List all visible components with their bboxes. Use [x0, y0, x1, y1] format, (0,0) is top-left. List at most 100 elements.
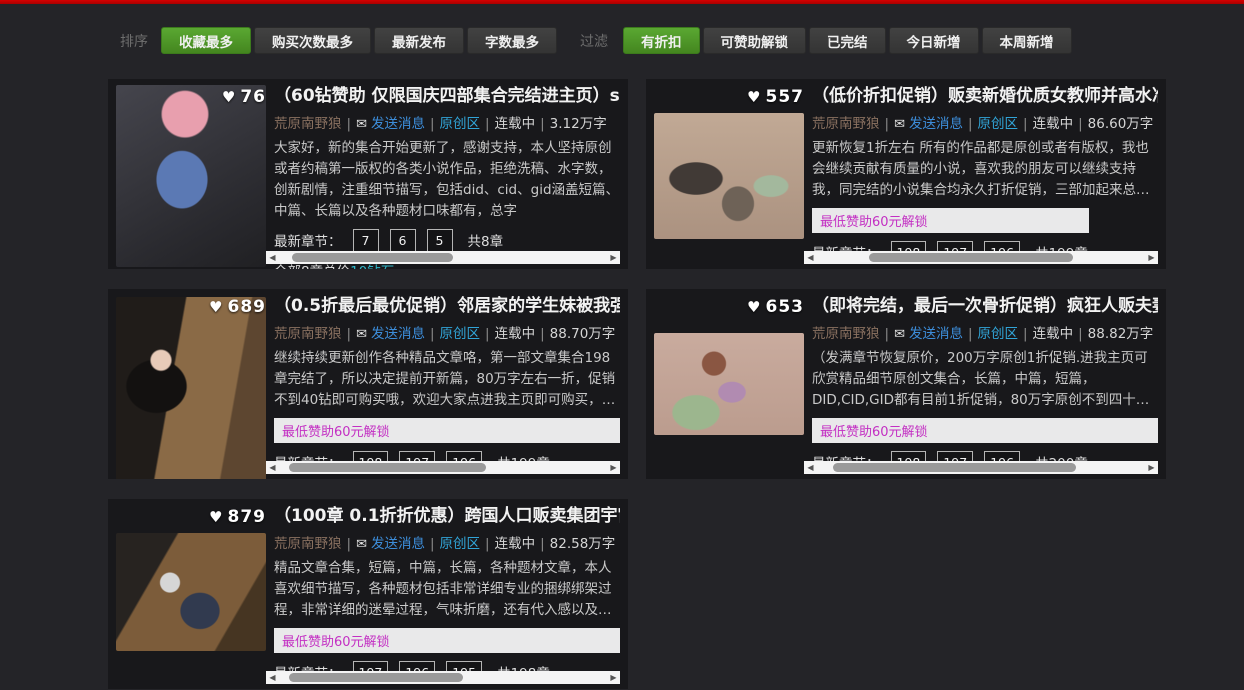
separator: |	[430, 536, 435, 552]
send-message-link[interactable]: 发送消息	[909, 326, 963, 342]
horizontal-scrollbar[interactable]: ◀ ▶	[266, 671, 620, 684]
zone-link[interactable]: 原创区	[440, 536, 481, 552]
heart-icon: ♥	[747, 298, 761, 316]
serial-status: 连载中	[495, 116, 536, 132]
separator: |	[485, 116, 490, 132]
word-count: 88.70万字	[550, 326, 616, 342]
scroll-left-arrow[interactable]: ◀	[266, 671, 279, 684]
send-message-link[interactable]: 发送消息	[909, 116, 963, 132]
cover-image[interactable]	[654, 333, 804, 435]
favorites-count: ♥76	[116, 87, 266, 107]
scroll-track[interactable]	[279, 671, 607, 684]
sponsor-unlock-button[interactable]: 最低赞助60元解锁	[274, 418, 620, 443]
scroll-thumb[interactable]	[833, 463, 1076, 472]
sort-button-most-purchased[interactable]: 购买次数最多	[254, 27, 371, 54]
horizontal-scrollbar[interactable]: ◀ ▶	[804, 251, 1158, 264]
heart-icon: ♥	[209, 508, 223, 526]
story-title[interactable]: （低价折扣促销）贩卖新婚优质女教师并高水准验货调教为	[812, 85, 1158, 107]
send-message-link[interactable]: 发送消息	[371, 536, 425, 552]
scroll-thumb[interactable]	[289, 673, 463, 682]
cover-image[interactable]	[116, 297, 266, 479]
sponsor-unlock-button[interactable]: 最低赞助60元解锁	[274, 628, 620, 653]
scroll-track[interactable]	[279, 461, 607, 474]
scroll-left-arrow[interactable]: ◀	[266, 251, 279, 264]
cover-image[interactable]	[116, 85, 266, 267]
cover-image[interactable]	[654, 113, 804, 239]
sort-button-newest[interactable]: 最新发布	[374, 27, 464, 54]
zone-link[interactable]: 原创区	[978, 326, 1019, 342]
send-message-link[interactable]: 发送消息	[371, 116, 425, 132]
scroll-thumb[interactable]	[289, 463, 486, 472]
chapter-link[interactable]: 7	[353, 229, 379, 252]
separator: |	[540, 116, 545, 132]
story-meta: 荒原南野狼|✉发送消息|原创区|连载中|88.70万字	[274, 322, 620, 342]
separator: |	[968, 326, 973, 342]
filter-button-completed[interactable]: 已完结	[809, 27, 886, 54]
cover-image[interactable]	[116, 533, 266, 651]
scroll-left-arrow[interactable]: ◀	[804, 461, 817, 474]
author-link[interactable]: 荒原南野狼	[812, 326, 880, 342]
scroll-left-arrow[interactable]: ◀	[266, 461, 279, 474]
chapter-link[interactable]: 5	[427, 229, 453, 252]
separator: |	[540, 326, 545, 342]
sponsor-unlock-button[interactable]: 最低赞助60元解锁	[812, 208, 1089, 233]
filter-button-sponsor-unlock[interactable]: 可赞助解锁	[703, 27, 807, 54]
filter-button-discounted[interactable]: 有折扣	[623, 27, 700, 54]
sponsor-unlock-button[interactable]: 最低赞助60元解锁	[812, 418, 1158, 443]
scroll-track[interactable]	[817, 461, 1145, 474]
separator: |	[485, 326, 490, 342]
scroll-track[interactable]	[817, 251, 1145, 264]
horizontal-scrollbar[interactable]: ◀ ▶	[804, 461, 1158, 474]
sort-button-most-collected[interactable]: 收藏最多	[161, 27, 251, 54]
zone-link[interactable]: 原创区	[978, 116, 1019, 132]
horizontal-scrollbar[interactable]: ◀ ▶	[266, 461, 620, 474]
story-meta: 荒原南野狼|✉发送消息|原创区|连载中|82.58万字	[274, 532, 620, 552]
story-title[interactable]: （100章 0.1折折优惠）跨国人口贩卖集团宇宙系列之绑	[274, 505, 620, 527]
scroll-right-arrow[interactable]: ▶	[607, 671, 620, 684]
chapters-label: 最新章节：	[274, 230, 342, 250]
scroll-right-arrow[interactable]: ▶	[607, 251, 620, 264]
scroll-left-arrow[interactable]: ◀	[804, 251, 817, 264]
story-title[interactable]: （0.5折最后最优促销）邻居家的学生妹被我强行绑架之	[274, 295, 620, 317]
filter-button-new-this-week[interactable]: 本周新增	[982, 27, 1072, 54]
story-title[interactable]: （即将完结，最后一次骨折促销）疯狂人贩夫妻连环绑	[812, 295, 1158, 317]
story-card: ♥689 （0.5折最后最优促销）邻居家的学生妹被我强行绑架之 荒原南野狼|✉发…	[108, 289, 628, 479]
scroll-thumb[interactable]	[869, 253, 1072, 262]
scroll-right-arrow[interactable]: ▶	[1145, 251, 1158, 264]
chapter-link[interactable]: 6	[390, 229, 416, 252]
story-card: ♥653 （即将完结，最后一次骨折促销）疯狂人贩夫妻连环绑 荒原南野狼|✉发送消…	[646, 289, 1166, 479]
separator: |	[1078, 326, 1083, 342]
author-link[interactable]: 荒原南野狼	[812, 116, 880, 132]
separator: |	[1023, 326, 1028, 342]
heart-icon: ♥	[209, 298, 223, 316]
send-message-link[interactable]: 发送消息	[371, 326, 425, 342]
scroll-track[interactable]	[279, 251, 607, 264]
envelope-icon: ✉	[356, 537, 367, 552]
story-card: ♥76 （60钻赞助 仅限国庆四部集合完结进主页）sm爱好者题 荒原南野狼 | ✉ 发…	[108, 79, 628, 269]
horizontal-scrollbar[interactable]: ◀ ▶	[266, 251, 620, 264]
serial-status: 连载中	[1033, 116, 1074, 132]
story-description: 精品文章合集，短篇，中篇，长篇，各种题材文章，本人喜欢细节描写，各种题材包括非常…	[274, 558, 620, 621]
scroll-thumb[interactable]	[292, 253, 453, 262]
separator: |	[885, 326, 890, 342]
author-link[interactable]: 荒原南野狼	[274, 536, 342, 552]
sort-button-most-words[interactable]: 字数最多	[467, 27, 557, 54]
zone-link[interactable]: 原创区	[440, 116, 481, 132]
chapter-total: 共8章	[468, 230, 504, 250]
story-description: 大家好，新的集合开始更新了，感谢支持，本人坚持原创或者约稿第一版权的各类小说作品…	[274, 138, 620, 222]
story-card: ♥879 （100章 0.1折折优惠）跨国人口贩卖集团宇宙系列之绑 荒原南野狼|…	[108, 499, 628, 689]
envelope-icon: ✉	[356, 117, 367, 132]
separator: |	[1023, 116, 1028, 132]
envelope-icon: ✉	[356, 327, 367, 342]
diamond-price-link[interactable]: 10钻石	[350, 264, 394, 269]
scroll-right-arrow[interactable]: ▶	[1145, 461, 1158, 474]
filter-button-new-today[interactable]: 今日新增	[889, 27, 979, 54]
zone-link[interactable]: 原创区	[440, 326, 481, 342]
top-red-strip	[0, 0, 1244, 4]
scroll-right-arrow[interactable]: ▶	[607, 461, 620, 474]
serial-status: 连载中	[495, 536, 536, 552]
author-link[interactable]: 荒原南野狼	[274, 326, 342, 342]
story-description: （发满章节恢复原价，200万字原创1折促销.进我主页可欣赏精品细节原创文集合，长…	[812, 348, 1158, 411]
author-link[interactable]: 荒原南野狼	[274, 116, 342, 132]
story-title[interactable]: （60钻赞助 仅限国庆四部集合完结进主页）sm爱好者题	[274, 85, 620, 107]
